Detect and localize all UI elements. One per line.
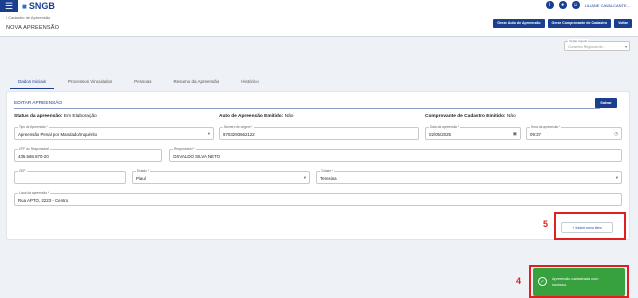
tab-resumo-apreensao[interactable]: Resumo da Apreensão <box>165 75 227 89</box>
local-apreensao-field[interactable]: Local da apreensão * Rua APTO, 2223 - Ce… <box>14 191 622 206</box>
tab-processos-vinculados[interactable]: Processos Vinculados <box>60 75 120 89</box>
status-apreensao-value: Em Elaboração <box>63 114 97 119</box>
cpf-responsavel-label: CPF do Responsável <box>18 147 51 151</box>
data-apreensao-field[interactable]: Data da apreensão * 02/05/2025 ▣ <box>425 125 521 140</box>
org-select-value: Conselho Regional de... <box>568 45 606 49</box>
cpf-responsavel-value: 435.568.870-20 <box>18 154 49 159</box>
gerar-comprovante-button[interactable]: Gerar Comprovante de Cadastro <box>547 19 612 28</box>
accessibility-icon[interactable]: ● <box>558 1 567 9</box>
local-apreensao-value: Rua APTO, 2223 - Centro <box>18 198 69 203</box>
hora-apreensao-label: Hora da apreensão * <box>530 125 562 129</box>
voltar-button[interactable]: Voltar <box>614 19 632 28</box>
comprovante-emitido-label: Comprovante de Cadastro Emitido: <box>425 114 506 119</box>
user-avatar-icon[interactable]: ☺ <box>571 1 580 9</box>
user-area: i ● ☺ LILIANE CAVALCANTE... <box>545 1 630 9</box>
highlight-box-5 <box>554 212 626 240</box>
data-apreensao-value: 02/05/2025 <box>429 132 451 137</box>
top-bar: ☰ ■ SNGB i ● ☺ LILIANE CAVALCANTE... <box>0 0 638 12</box>
gerar-auto-button[interactable]: Gerar Auto de Apreensão <box>493 19 545 28</box>
auto-emitido-value: Não <box>284 114 294 119</box>
estado-select[interactable]: Estado * Piauí ▾ <box>132 169 310 184</box>
numero-origem-value: 9703293662122 <box>223 132 255 137</box>
tab-historico[interactable]: Histórico <box>233 75 267 89</box>
cep-label: CEP <box>18 169 27 173</box>
estado-label: Estado * <box>136 169 151 173</box>
page-header: / Cadastro de Apreensão NOVA APREENSÃO G… <box>0 12 638 36</box>
highlight-box-4 <box>529 265 629 298</box>
app-logo[interactable]: ■ SNGB <box>22 1 55 11</box>
status-apreensao: Status da apreensão: Em Elaboração <box>14 114 97 119</box>
page-title: NOVA APREENSÃO <box>6 25 60 31</box>
responsavel-label: Responsável * <box>173 147 196 151</box>
numero-origem-label: Número de origem * <box>223 125 254 129</box>
local-apreensao-label: Local da apreensão * <box>18 191 51 195</box>
chevron-down-icon: ▾ <box>207 131 210 136</box>
cpf-responsavel-field[interactable]: CPF do Responsável 435.568.870-20 <box>14 147 162 162</box>
status-apreensao-label: Status da apreensão: <box>14 114 63 119</box>
numero-origem-field[interactable]: Número de origem * 9703293662122 <box>219 125 419 140</box>
tipo-apreensao-select[interactable]: Tipo de Apreensão * Apreensão Penal por … <box>14 125 214 140</box>
hora-apreensao-value: 09:37 <box>530 132 541 137</box>
data-apreensao-label: Data da apreensão * <box>429 125 461 129</box>
breadcrumb[interactable]: / Cadastro de Apreensão <box>6 15 50 20</box>
tab-pessoas[interactable]: Pessoas <box>126 75 159 89</box>
clock-icon[interactable]: ◷ <box>614 131 618 137</box>
info-icon[interactable]: i <box>545 1 554 9</box>
logo-mark-icon: ■ <box>22 1 27 11</box>
org-select-label: Órgão logado <box>568 39 589 43</box>
annotation-number-4: 4 <box>516 276 522 286</box>
chevron-down-icon: ▾ <box>303 175 306 180</box>
tab-dados-iniciais[interactable]: Dados Iniciais <box>10 75 55 89</box>
tabs: Dados Iniciais Processos Vinculados Pess… <box>10 75 273 89</box>
chevron-down-icon: ▾ <box>624 44 627 49</box>
auto-emitido-label: Auto de Apreensão Emitido: <box>219 114 284 119</box>
tipo-apreensao-label: Tipo de Apreensão * <box>18 125 49 129</box>
comprovante-emitido: Comprovante de Cadastro Emitido: Não <box>425 114 516 119</box>
cep-field[interactable]: CEP <box>14 169 126 184</box>
card-title-divider <box>14 108 600 109</box>
estado-value: Piauí <box>136 176 147 181</box>
auto-emitido: Auto de Apreensão Emitido: Não <box>219 114 293 119</box>
edit-card: EDITAR APREENSÃO Salvar Status da apreen… <box>6 91 630 240</box>
hora-apreensao-field[interactable]: Hora da apreensão * 09:37 ◷ <box>526 125 622 140</box>
responsavel-field[interactable]: Responsável * OSVALDO SILVA NETO <box>169 147 622 162</box>
header-actions: Gerar Auto de Apreensão Gerar Comprovant… <box>493 19 632 28</box>
org-select[interactable]: Órgão logado Conselho Regional de... ▾ <box>564 39 630 51</box>
annotation-number-5: 5 <box>543 219 549 229</box>
hamburger-icon[interactable]: ☰ <box>0 0 18 12</box>
chevron-down-icon: ▾ <box>615 175 618 180</box>
card-title: EDITAR APREENSÃO <box>14 101 63 106</box>
cidade-label: Cidade * <box>320 169 335 173</box>
tipo-apreensao-value: Apreensão Penal por Mandado/Inquérito <box>18 132 98 137</box>
logo-text: SNGB <box>28 1 55 11</box>
save-button[interactable]: Salvar <box>595 98 617 108</box>
cidade-select[interactable]: Cidade * Teresina ▾ <box>316 169 622 184</box>
user-name[interactable]: LILIANE CAVALCANTE... <box>585 3 630 8</box>
comprovante-emitido-value: Não <box>506 114 516 119</box>
header-divider <box>0 36 638 37</box>
cidade-value: Teresina <box>320 176 337 181</box>
calendar-icon[interactable]: ▣ <box>513 131 517 137</box>
responsavel-value: OSVALDO SILVA NETO <box>173 154 221 159</box>
